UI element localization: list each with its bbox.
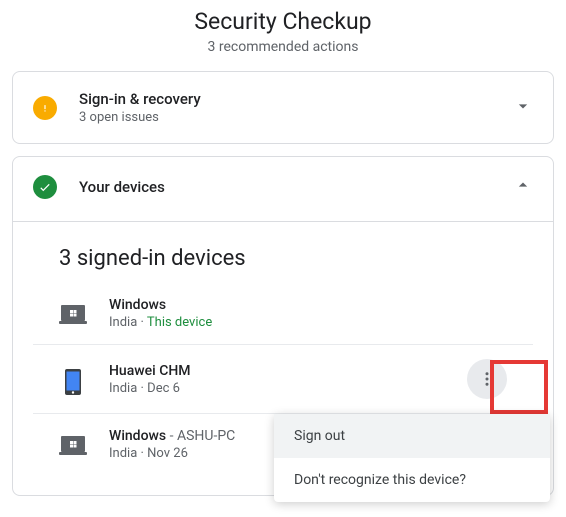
signin-recovery-card: Sign-in & recovery 3 open issues <box>12 71 554 144</box>
card-title: Your devices <box>79 178 513 196</box>
checkmark-icon <box>33 175 57 199</box>
chevron-up-icon <box>513 175 533 199</box>
laptop-icon <box>59 304 87 324</box>
page-title: Security Checkup <box>0 8 566 35</box>
device-options-menu: Sign out Don't recognize this device? <box>274 414 550 502</box>
laptop-icon <box>59 435 87 455</box>
device-meta: India · Dec 6 <box>109 381 191 396</box>
warning-icon <box>33 96 57 120</box>
phone-icon <box>59 369 87 389</box>
device-row: Huawei CHM India · Dec 6 <box>33 345 533 414</box>
sign-out-option[interactable]: Sign out <box>274 414 550 458</box>
device-name: Huawei CHM <box>109 363 191 379</box>
card-title: Sign-in & recovery <box>79 90 513 108</box>
device-meta: India · This device <box>109 315 212 330</box>
dont-recognize-option[interactable]: Don't recognize this device? <box>274 458 550 502</box>
devices-section-title: 3 signed-in devices <box>33 222 533 283</box>
device-name: Windows <box>109 297 212 313</box>
device-name: Windows - ASHU-PC <box>109 428 235 444</box>
device-row: Windows India · This device <box>33 283 533 345</box>
device-meta: India · Nov 26 <box>109 446 235 461</box>
highlight-box <box>490 360 548 414</box>
signin-recovery-header[interactable]: Sign-in & recovery 3 open issues <box>13 72 553 143</box>
page-subtitle: 3 recommended actions <box>0 39 566 55</box>
chevron-down-icon <box>513 96 533 120</box>
card-subtitle: 3 open issues <box>79 110 513 125</box>
your-devices-header[interactable]: Your devices <box>13 157 553 217</box>
